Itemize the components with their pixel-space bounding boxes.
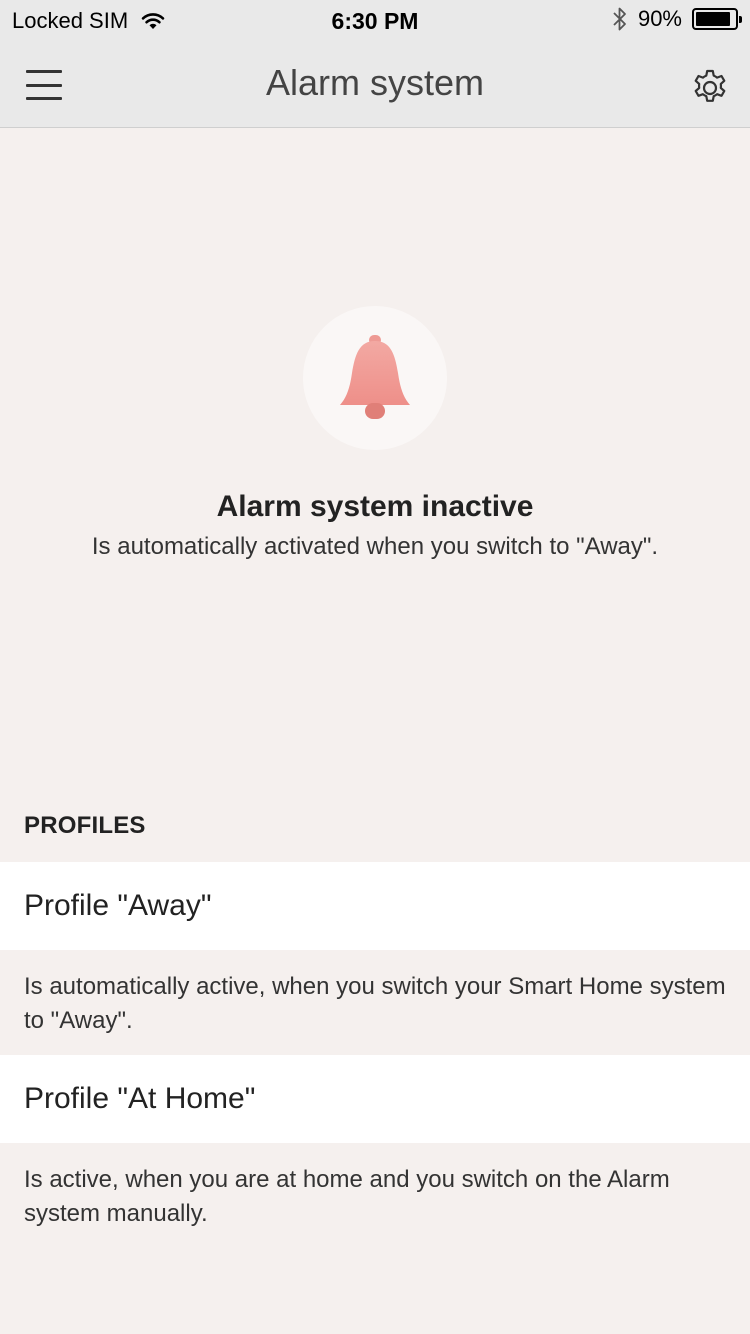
alarm-status-subtitle: Is automatically activated when you swit… xyxy=(91,533,659,560)
profile-away-label: Profile "Away" xyxy=(24,889,212,922)
battery-percent: 90% xyxy=(637,6,682,31)
status-bar: Locked SIM 6:30 PM 90% xyxy=(0,0,750,40)
status-bar-right: 90% xyxy=(612,6,742,32)
bell-icon xyxy=(340,335,410,419)
gear-icon[interactable] xyxy=(690,68,730,108)
bluetooth-icon xyxy=(613,7,626,31)
alarm-status-title: Alarm system inactive xyxy=(216,490,534,523)
page-title: Alarm system xyxy=(265,62,485,103)
navigation-bar: Alarm system xyxy=(0,40,750,128)
profile-row-away[interactable]: Profile "Away" xyxy=(0,862,750,950)
battery-icon xyxy=(692,8,742,30)
profile-row-at-home[interactable]: Profile "At Home" xyxy=(0,1055,750,1143)
profiles-section-header: PROFILES xyxy=(24,812,146,839)
profile-at-home-label: Profile "At Home" xyxy=(24,1082,256,1115)
profile-at-home-description: Is active, when you are at home and you … xyxy=(24,1166,670,1227)
battery-fill xyxy=(696,12,731,26)
alarm-status-circle xyxy=(303,306,447,450)
profile-away-description: Is automatically active, when you switch… xyxy=(24,973,726,1034)
